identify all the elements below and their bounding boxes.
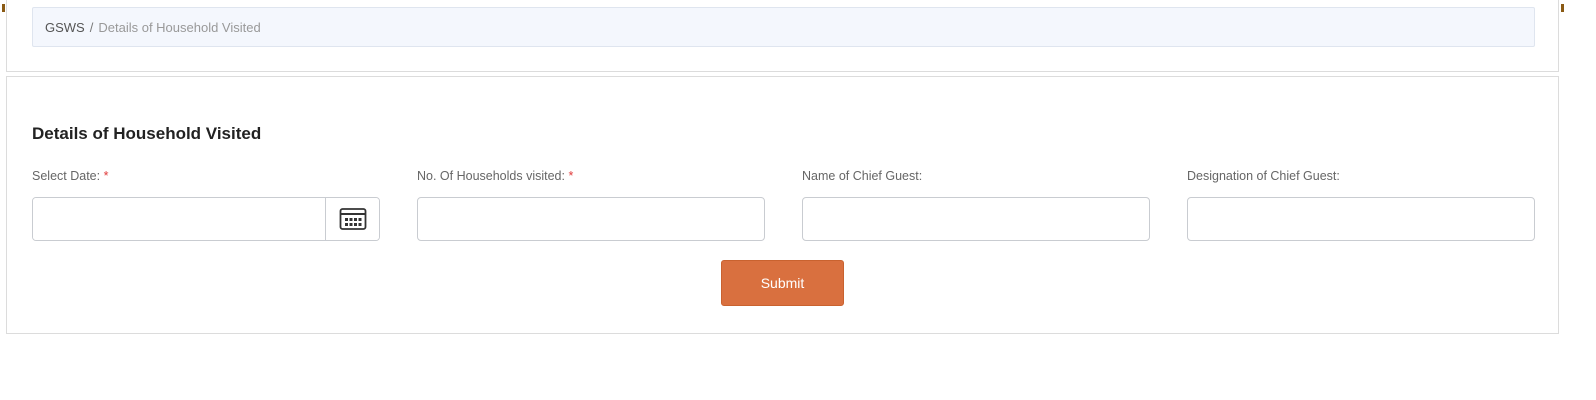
households-visited-input[interactable] [417,197,765,241]
submit-button[interactable]: Submit [721,260,844,306]
chief-guest-name-field: Name of Chief Guest: [802,169,1150,241]
households-visited-label: No. Of Households visited: * [417,169,574,183]
breadcrumb-current: Details of Household Visited [98,19,261,35]
calendar-button[interactable] [325,198,379,240]
select-date-input[interactable] [33,198,325,240]
breadcrumb-separator: / [89,19,94,35]
corner-mark-left [2,4,5,12]
corner-mark-right [1561,4,1564,12]
select-date-field: Select Date: * [32,169,380,241]
breadcrumb-home-link[interactable]: GSWS [45,20,85,35]
breadcrumb: GSWS / Details of Household Visited [32,7,1535,47]
chief-guest-designation-label: Designation of Chief Guest: [1187,169,1340,183]
required-star: * [568,169,574,183]
households-visited-field: No. Of Households visited: * [417,169,765,241]
select-date-label: Select Date: * [32,169,109,183]
calendar-icon [339,208,366,230]
chief-guest-designation-input[interactable] [1187,197,1535,241]
chief-guest-name-input[interactable] [802,197,1150,241]
breadcrumb-card: GSWS / Details of Household Visited [6,0,1559,72]
date-input-group [32,197,380,241]
required-star: * [103,169,109,183]
household-form-card: Details of Household Visited Select Date… [6,76,1559,334]
form-title: Details of Household Visited [32,124,262,143]
chief-guest-name-label: Name of Chief Guest: [802,169,923,183]
chief-guest-designation-field: Designation of Chief Guest: [1187,169,1535,241]
